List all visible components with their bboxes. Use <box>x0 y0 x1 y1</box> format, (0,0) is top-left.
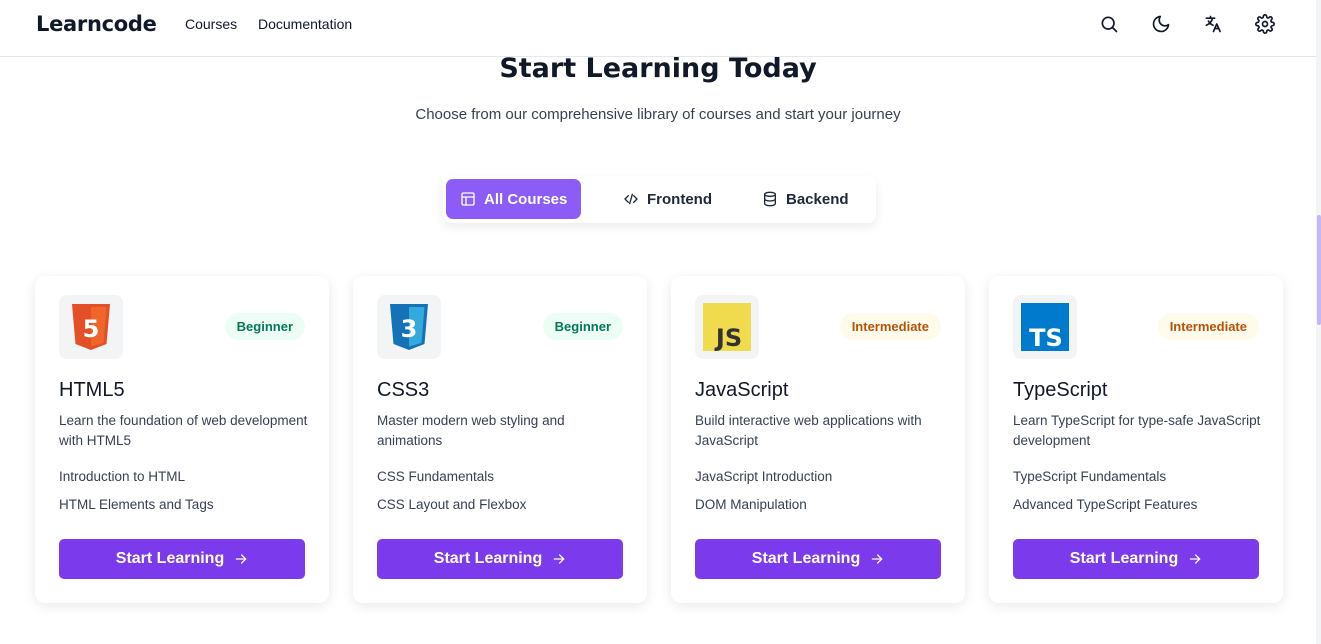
layout-icon <box>461 192 475 206</box>
page-subtitle: Choose from our comprehensive library of… <box>415 106 901 123</box>
course-topic: CSS Layout and Flexbox <box>377 497 527 512</box>
start-learning-button[interactable]: Start Learning <box>377 539 623 579</box>
button-label: Start Learning <box>751 550 861 567</box>
course-topic: JavaScript Introduction <box>695 469 833 484</box>
course-description: Learn the foundation of web development … <box>59 413 308 448</box>
js-logo-text: JS <box>714 324 742 351</box>
scrollbar-thumb[interactable] <box>1317 215 1321 325</box>
ts-logo: TS <box>1013 295 1077 359</box>
nav-courses[interactable]: Courses <box>185 16 237 32</box>
course-topic: Advanced TypeScript Features <box>1013 497 1198 512</box>
gear-icon[interactable] <box>1253 12 1277 36</box>
course-topic: DOM Manipulation <box>695 497 807 512</box>
level-badge: Intermediate <box>839 313 941 340</box>
tab-all-courses[interactable]: All Courses <box>446 179 582 219</box>
start-learning-button[interactable]: Start Learning <box>695 539 941 579</box>
start-learning-button[interactable]: Start Learning <box>1013 539 1259 579</box>
course-description: Learn TypeScript for type-safe JavaScrip… <box>1013 413 1261 448</box>
code-icon <box>624 193 638 205</box>
arrow-right-icon <box>553 554 565 564</box>
button-label: Start Learning <box>433 550 543 567</box>
course-topic: Introduction to HTML <box>59 469 186 484</box>
course-title: JavaScript <box>695 379 789 401</box>
course-title: CSS3 <box>377 379 430 401</box>
html5-logo-text: 5 <box>83 315 100 343</box>
course-filter-tabs: All Courses Frontend Backend <box>443 176 876 223</box>
css3-logo: 3 <box>377 295 441 359</box>
tab-label: Backend <box>786 190 849 208</box>
course-card-javascript: JS Intermediate JavaScript Build interac… <box>671 276 965 603</box>
tab-frontend[interactable]: Frontend <box>609 179 726 219</box>
course-title: TypeScript <box>1013 379 1108 401</box>
tab-label: All Courses <box>484 190 568 208</box>
translate-icon[interactable] <box>1201 12 1225 36</box>
course-topic: HTML Elements and Tags <box>59 497 214 512</box>
arrow-right-icon <box>235 554 247 564</box>
js-logo: JS <box>695 295 759 359</box>
moon-icon[interactable] <box>1149 12 1173 36</box>
page-title: Start Learning Today <box>499 53 817 84</box>
course-title: HTML5 <box>59 379 125 401</box>
level-badge: Beginner <box>542 313 623 340</box>
arrow-right-icon <box>871 554 883 564</box>
course-card-css3: 3 Beginner CSS3 Master modern web stylin… <box>353 276 647 603</box>
tab-label: Frontend <box>647 190 712 208</box>
course-topic: TypeScript Fundamentals <box>1013 469 1167 484</box>
nav-documentation[interactable]: Documentation <box>258 16 352 32</box>
html5-logo: 5 <box>59 295 123 359</box>
level-badge: Beginner <box>224 313 305 340</box>
level-badge: Intermediate <box>1157 313 1259 340</box>
course-description: Build interactive web applications with … <box>695 413 922 448</box>
course-card-html5: 5 Beginner HTML5 Learn the foundation of… <box>35 276 329 603</box>
tab-backend[interactable]: Backend <box>748 179 863 219</box>
button-label: Start Learning <box>1069 550 1179 567</box>
search-icon[interactable] <box>1097 12 1121 36</box>
ts-logo-text: TS <box>1029 324 1063 351</box>
button-label: Start Learning <box>115 550 225 567</box>
database-icon <box>764 191 776 207</box>
course-card-typescript: TS Intermediate TypeScript Learn TypeScr… <box>989 276 1283 603</box>
course-description: Master modern web styling and animations <box>377 413 565 448</box>
start-learning-button[interactable]: Start Learning <box>59 539 305 579</box>
site-logo[interactable]: Learncode <box>36 12 157 36</box>
course-topic: CSS Fundamentals <box>377 469 495 484</box>
css3-logo-text: 3 <box>401 315 418 343</box>
top-navbar: Learncode Courses Documentation <box>0 0 1316 57</box>
arrow-right-icon <box>1189 554 1201 564</box>
